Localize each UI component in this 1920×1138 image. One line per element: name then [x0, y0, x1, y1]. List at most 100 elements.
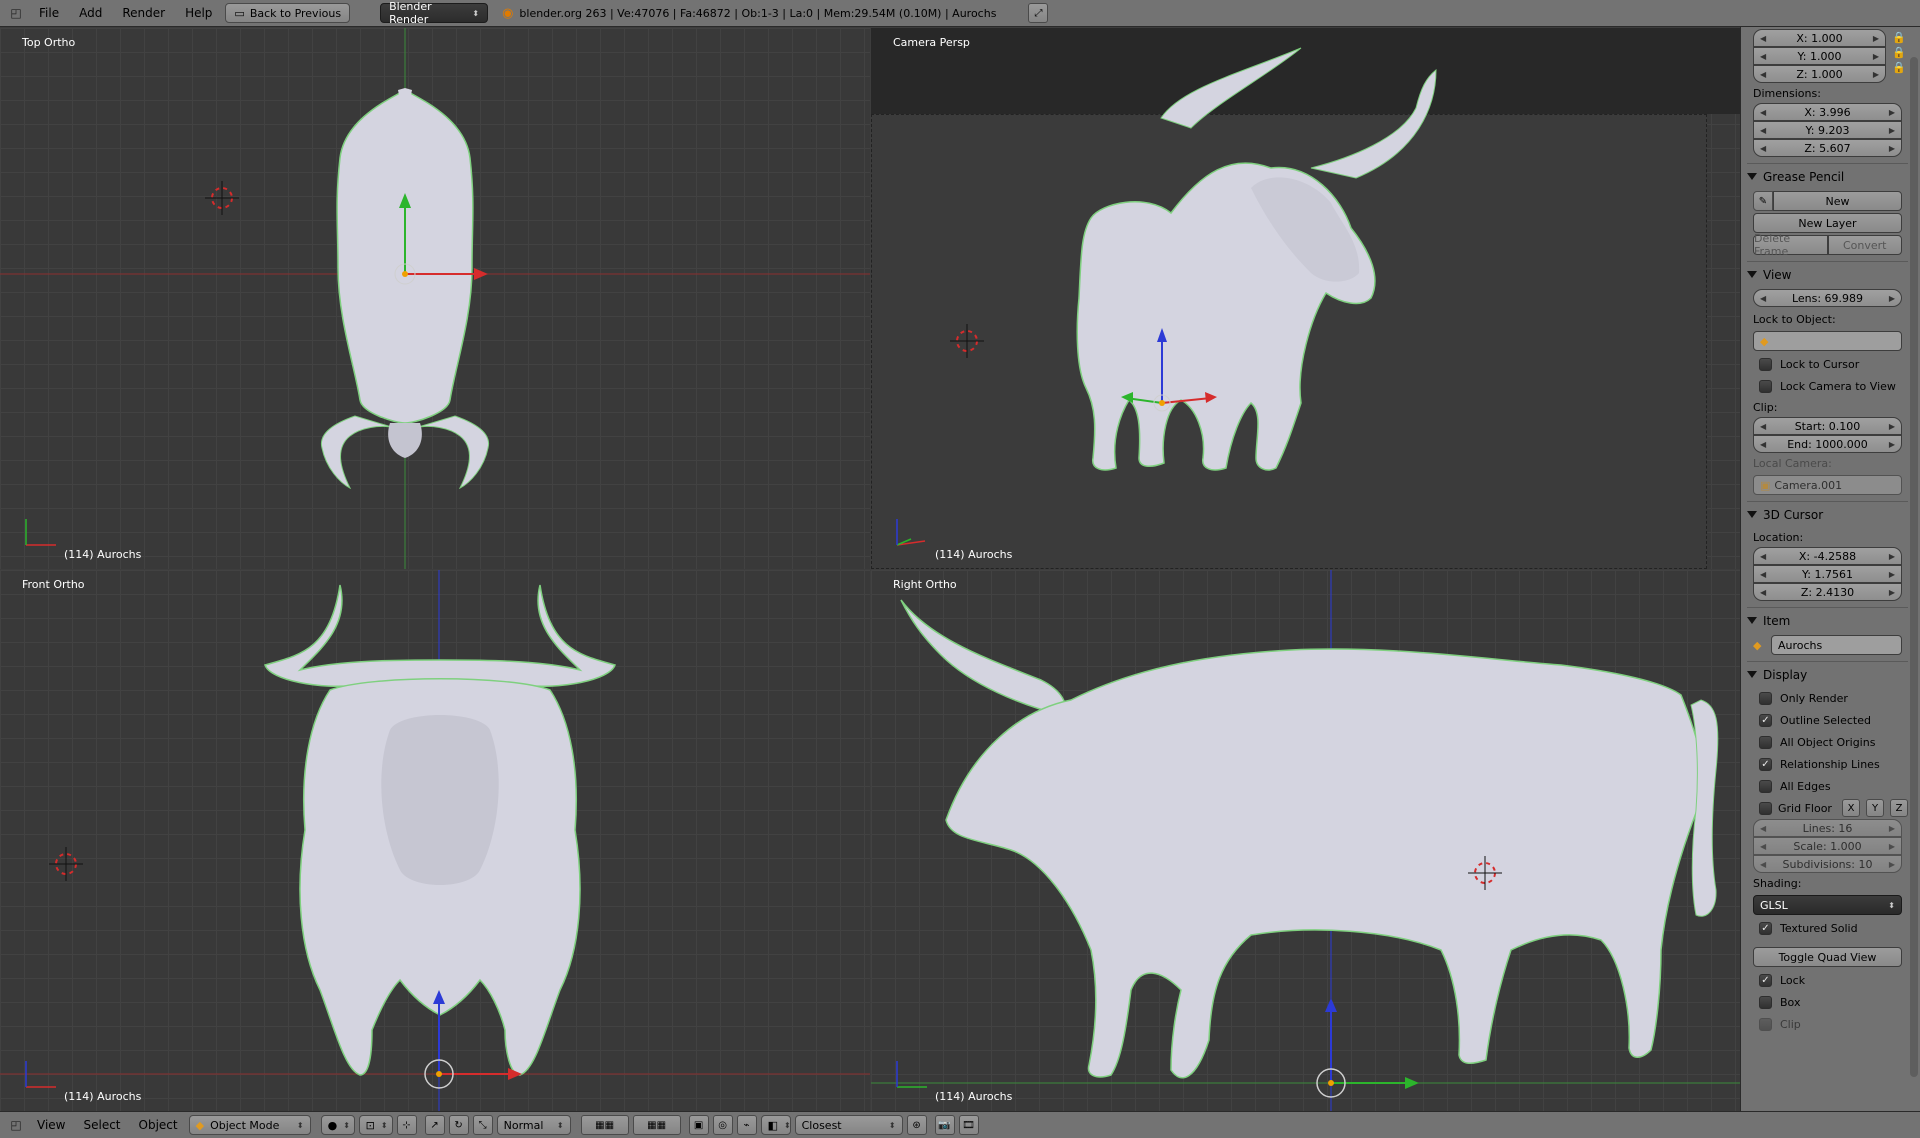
collapse-triangle-icon	[1747, 511, 1757, 518]
pencil-icon[interactable]: ✎	[1753, 191, 1773, 211]
snap-toggle-icon[interactable]: ⌁	[736, 1115, 757, 1135]
grid-subdivisions-field[interactable]: ◀ Subdivisions: 10 ▶	[1753, 855, 1902, 873]
relationship-lines-checkbox[interactable]: ✓ Relationship Lines	[1747, 753, 1908, 775]
viewport-shading-dropdown[interactable]: ● ⬍	[320, 1115, 355, 1135]
all-object-origins-checkbox[interactable]: All Object Origins	[1747, 731, 1908, 753]
viewport-top-ortho[interactable]: Top Ortho (114) Aurochs	[0, 28, 870, 569]
editor-type-icon[interactable]: ◰	[6, 3, 26, 23]
scale-x-field[interactable]: ◀ X: 1.000 ▶	[1753, 29, 1886, 47]
viewport-front-ortho[interactable]: Front Ortho (114) Aurochs	[0, 570, 870, 1111]
menu-add[interactable]: Add	[72, 6, 109, 20]
grid-floor-checkbox[interactable]: Grid Floor X Y Z	[1747, 797, 1908, 819]
quad-lock-checkbox[interactable]: ✓ Lock	[1747, 969, 1908, 991]
dimension-x-field[interactable]: ◀ X: 3.996 ▶	[1753, 103, 1902, 121]
convert-button[interactable]: Convert	[1827, 235, 1902, 255]
menu-render[interactable]: Render	[115, 6, 172, 20]
all-edges-checkbox[interactable]: All Edges	[1747, 775, 1908, 797]
fullscreen-icon[interactable]: ⤢	[1028, 3, 1049, 23]
panel-scrollbar[interactable]	[1910, 57, 1918, 1077]
quad-clip-checkbox[interactable]: Clip	[1747, 1013, 1908, 1035]
menu-help[interactable]: Help	[178, 6, 219, 20]
back-to-previous-button[interactable]: ▭ Back to Previous	[225, 3, 351, 23]
menu-select[interactable]: Select	[76, 1118, 127, 1132]
lock-camera-to-view-checkbox[interactable]: Lock Camera to View	[1747, 375, 1908, 397]
origin-dot-front	[436, 1071, 442, 1077]
x-arrow-icon[interactable]	[474, 268, 488, 280]
cube-icon: ◆	[1760, 334, 1769, 348]
y-arrow-right-icon[interactable]	[1405, 1077, 1419, 1089]
dimension-z-field[interactable]: ◀ Z: 5.607 ▶	[1753, 139, 1902, 157]
quad-box-checkbox[interactable]: Box	[1747, 991, 1908, 1013]
lock-icon[interactable]: 🔒	[1892, 46, 1908, 59]
item-name-field[interactable]: Aurochs	[1771, 635, 1902, 655]
pivot-point-dropdown[interactable]: ⊡ ⬍	[358, 1115, 393, 1135]
lock-layers-icon[interactable]: ▣	[688, 1115, 709, 1135]
opengl-render-icon[interactable]: 📷	[934, 1115, 955, 1135]
3d-view-header: ◰ View Select Object ◆ Object Mode ⬍ ● ⬍ ⊡…	[0, 1111, 1920, 1138]
toggle-quad-view-button[interactable]: Toggle Quad View	[1753, 947, 1902, 967]
item-header[interactable]: Item	[1747, 607, 1908, 633]
viewport-footer: (114) Aurochs	[935, 1090, 1013, 1103]
lock-to-cursor-checkbox[interactable]: Lock to Cursor	[1747, 353, 1908, 375]
snap-rotation-icon[interactable]: ⊛	[906, 1115, 927, 1135]
menu-view[interactable]: View	[30, 1118, 72, 1132]
cursor-y-field[interactable]: ◀ Y: 1.7561 ▶	[1753, 565, 1902, 583]
layers-row1-icon[interactable]: ▦▦	[580, 1115, 629, 1135]
scale-section: ◀ X: 1.000 ▶ ◀ Y: 1.000 ▶ ◀ Z: 1.000 ▶ 🔒 🔒 🔒 D…	[1741, 27, 1920, 157]
scale-z-field[interactable]: ◀ Z: 1.000 ▶	[1753, 65, 1886, 83]
manipulator-toggle-icon[interactable]: ⊹	[396, 1115, 417, 1135]
translate-icon[interactable]: ↗	[424, 1115, 445, 1135]
grid-scale-field[interactable]: ◀ Scale: 1.000 ▶	[1753, 837, 1902, 855]
view-section: View ◀ Lens: 69.989 ▶ Lock to Object: ◆ Lo…	[1741, 261, 1920, 495]
shading-label: Shading:	[1753, 876, 1802, 890]
grid-axis-y-toggle[interactable]: Y	[1866, 799, 1884, 817]
proportional-edit-icon[interactable]: ◎	[712, 1115, 733, 1135]
transform-orientation-dropdown[interactable]: Normal ⬍	[496, 1115, 571, 1135]
render-engine-dropdown[interactable]: Blender Render ⬍	[380, 0, 489, 26]
new-grease-pencil-button[interactable]: New	[1773, 191, 1902, 211]
cursor-x-field[interactable]: ◀ X: -4.2588 ▶	[1753, 547, 1902, 565]
snap-target-dropdown[interactable]: Closest ⬍	[794, 1115, 903, 1135]
outline-selected-checkbox[interactable]: ✓ Outline Selected	[1747, 709, 1908, 731]
new-layer-button[interactable]: New Layer	[1753, 213, 1902, 233]
clip-end-field[interactable]: ◀ End: 1000.000 ▶	[1753, 435, 1902, 453]
mode-dropdown[interactable]: ◆ Object Mode ⬍	[188, 1115, 311, 1135]
viewport-camera-persp[interactable]: Camera Persp (114) Aurochs	[871, 28, 1740, 569]
lock-object-field[interactable]: ◆	[1753, 331, 1902, 351]
menu-file[interactable]: File	[32, 6, 66, 20]
layers-row2-icon[interactable]: ▦▦	[632, 1115, 681, 1135]
clip-label: Clip:	[1753, 400, 1778, 414]
clip-start-field[interactable]: ◀ Start: 0.100 ▶	[1753, 417, 1902, 435]
shading-dropdown[interactable]: GLSL ⬍	[1753, 895, 1902, 915]
horn-left-cam	[1160, 47, 1302, 129]
lens-field[interactable]: ◀ Lens: 69.989 ▶	[1753, 289, 1902, 307]
3d-cursor-header[interactable]: 3D Cursor	[1747, 501, 1908, 527]
lock-icon[interactable]: 🔒	[1892, 61, 1908, 74]
bull-head-top	[388, 423, 422, 458]
view-header[interactable]: View	[1747, 261, 1908, 287]
top-header: ◰ File Add Render Help ▭ Back to Previou…	[0, 0, 1920, 27]
local-camera-field[interactable]: ▣ Camera.001	[1753, 475, 1902, 495]
grid-axis-x-toggle[interactable]: X	[1842, 799, 1860, 817]
opengl-animation-icon[interactable]: 🎞	[958, 1115, 979, 1135]
grid-lines-field[interactable]: ◀ Lines: 16 ▶	[1753, 819, 1902, 837]
scale-y-field[interactable]: ◀ Y: 1.000 ▶	[1753, 47, 1886, 65]
lock-icon[interactable]: 🔒	[1892, 31, 1908, 44]
only-render-checkbox[interactable]: Only Render	[1747, 687, 1908, 709]
axis-gizmo-icon	[25, 519, 56, 546]
scale-icon[interactable]: ⤡	[472, 1115, 493, 1135]
z-arrow-right-icon[interactable]	[1325, 998, 1337, 1012]
viewport-right-ortho[interactable]: Right Ortho (114) Aurochs	[871, 570, 1740, 1111]
cursor-z-field[interactable]: ◀ Z: 2.4130 ▶	[1753, 583, 1902, 601]
editor-type-icon[interactable]: ◰	[6, 1115, 26, 1135]
delete-frame-button[interactable]: Delete Frame	[1753, 232, 1828, 258]
snap-element-dropdown[interactable]: ◧ ⬍	[760, 1115, 791, 1135]
display-header[interactable]: Display	[1747, 661, 1908, 687]
menu-object[interactable]: Object	[132, 1118, 185, 1132]
grease-pencil-section: Grease Pencil ✎ New New Layer Delete Fra…	[1741, 163, 1920, 258]
grid-axis-z-toggle[interactable]: Z	[1890, 799, 1908, 817]
dimension-y-field[interactable]: ◀ Y: 9.203 ▶	[1753, 121, 1902, 139]
textured-solid-checkbox[interactable]: ✓ Textured Solid	[1747, 917, 1908, 939]
rotate-icon[interactable]: ↻	[448, 1115, 469, 1135]
grease-pencil-header[interactable]: Grease Pencil	[1747, 163, 1908, 189]
